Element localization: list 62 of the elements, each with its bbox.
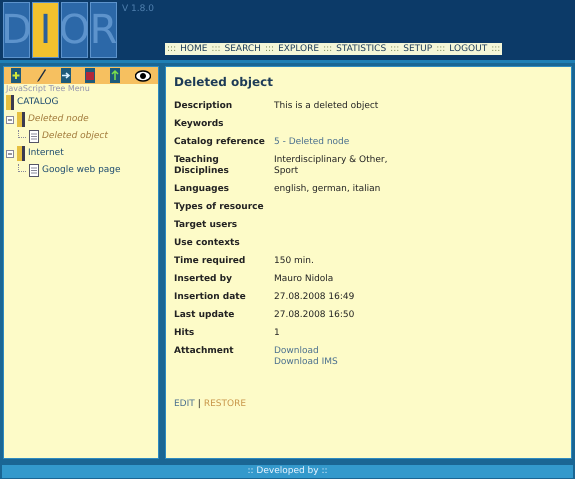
pen-icon[interactable] bbox=[36, 68, 46, 83]
folder-icon bbox=[17, 146, 25, 161]
field-label: Last update bbox=[174, 310, 236, 321]
nav-separator: ::: bbox=[211, 43, 221, 55]
folder-icon bbox=[17, 112, 25, 127]
field-value: 27.08.2008 16:49 bbox=[274, 292, 356, 303]
nav-link[interactable]: SETUP bbox=[403, 43, 432, 55]
field-value: 150 min. bbox=[274, 256, 315, 267]
field-label: Target users bbox=[174, 220, 238, 231]
nav-separator: ::: bbox=[390, 43, 400, 55]
field-value: english, german, italian bbox=[274, 184, 382, 195]
tree-item[interactable]: CATALOG bbox=[17, 96, 58, 110]
nav-link[interactable]: LOGOUT bbox=[449, 43, 488, 55]
field-label: Attachment bbox=[174, 346, 235, 358]
tree-item[interactable]: Google web page bbox=[42, 164, 121, 178]
nav-separator: ::: bbox=[436, 43, 446, 55]
field-label: Use contexts bbox=[174, 238, 241, 249]
version-label: V 1.8.0 bbox=[121, 3, 155, 16]
field-value: This is a deleted object bbox=[274, 101, 380, 112]
plus-icon[interactable] bbox=[11, 68, 22, 83]
field-value: Interdisciplinary & Other, Sport bbox=[274, 155, 388, 177]
nav-link[interactable]: EXPLORE bbox=[278, 43, 320, 55]
field-label: Teaching Disciplines bbox=[174, 155, 230, 177]
field-label: Description bbox=[174, 101, 234, 112]
field-label: Inserted by bbox=[174, 274, 233, 285]
square-icon[interactable] bbox=[85, 68, 96, 83]
nav-separator: ::: bbox=[323, 43, 332, 55]
arrow-up-icon[interactable] bbox=[110, 68, 120, 83]
field-link[interactable]: 5 - Deleted node bbox=[274, 137, 350, 148]
eye-icon[interactable] bbox=[134, 68, 151, 83]
field-label: Languages bbox=[174, 184, 230, 195]
tree-caption: JavaScript Tree Menu bbox=[4, 84, 91, 94]
nav-link[interactable]: HOME bbox=[180, 43, 208, 55]
nav-separator: ::: bbox=[264, 43, 274, 55]
expander-icon[interactable] bbox=[6, 116, 14, 124]
field-label: Time required bbox=[174, 256, 246, 267]
field-label: Types of resource bbox=[174, 202, 265, 213]
tree-item[interactable]: Deleted object bbox=[42, 130, 108, 144]
nav-link[interactable]: STATISTICS bbox=[336, 43, 386, 55]
page-icon bbox=[29, 164, 39, 177]
folder-icon bbox=[6, 95, 14, 110]
expander-icon[interactable] bbox=[6, 150, 14, 158]
field-label: Insertion date bbox=[174, 292, 247, 303]
separator: | bbox=[198, 398, 201, 411]
arrow-icon[interactable] bbox=[60, 68, 71, 83]
field-value: 1 bbox=[274, 328, 281, 339]
field-label: Keywords bbox=[174, 119, 225, 130]
nav-link[interactable]: SEARCH bbox=[224, 43, 261, 55]
page-icon bbox=[29, 130, 39, 143]
tree-item[interactable]: Deleted node bbox=[28, 112, 89, 126]
edit-link[interactable]: EDIT bbox=[174, 398, 195, 412]
field-value: 27.08.2008 16:50 bbox=[274, 310, 356, 321]
tree-item[interactable]: Internet bbox=[28, 146, 64, 160]
nav-separator: ::: bbox=[167, 43, 176, 55]
nav-separator: ::: bbox=[491, 43, 500, 55]
field-value: Mauro Nidola bbox=[274, 274, 334, 285]
field-link[interactable]: Download IMS bbox=[274, 357, 338, 368]
field-label: Hits bbox=[174, 328, 196, 339]
field-label: Catalog reference bbox=[174, 137, 266, 148]
page-title: Deleted object bbox=[174, 74, 274, 91]
field-link[interactable]: Download bbox=[274, 346, 319, 357]
footer-text: :: Developed by :: bbox=[247, 467, 328, 476]
